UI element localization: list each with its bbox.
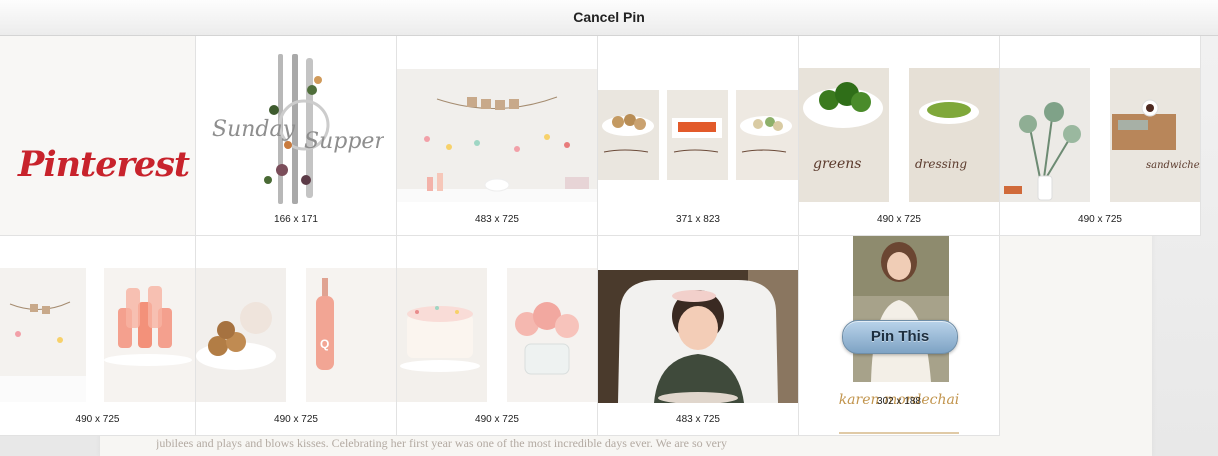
svg-text:sandwiches: sandwiches — [1146, 160, 1201, 171]
svg-text:Sunday: Sunday — [212, 117, 296, 142]
svg-text:greens: greens — [813, 156, 861, 172]
greens-dressing-image: greens dressing — [799, 68, 999, 202]
baby-highchair-image — [598, 270, 798, 403]
image-dimensions: 490 x 725 — [75, 414, 120, 425]
svg-text:Suppers: Suppers — [304, 129, 384, 154]
image-cell[interactable]: sandwiches 490 x 725 — [1000, 36, 1201, 236]
svg-text:Q: Q — [320, 337, 329, 351]
image-cell[interactable]: greens dressing 490 x 725 — [799, 36, 1000, 236]
image-dimensions: 483 x 725 — [475, 214, 519, 225]
pinterest-logo: Pinterest — [18, 144, 190, 185]
cancel-pin-button[interactable]: Cancel Pin — [573, 9, 645, 25]
image-cell[interactable]: 490 x 725 — [0, 236, 196, 436]
image-cell[interactable]: 483 x 725 — [397, 36, 598, 236]
image-cell[interactable]: 483 x 725 — [598, 236, 799, 436]
logo-divider — [839, 432, 959, 434]
image-dimensions: 490 x 725 — [274, 414, 318, 425]
image-dimensions: 166 x 171 — [274, 214, 318, 225]
cake-flowers-image — [397, 268, 597, 402]
cookies-bottle-image: Q — [196, 268, 396, 402]
pin-overlay-header: Cancel Pin — [0, 0, 1218, 36]
vase-sandwich-image: sandwiches — [1000, 68, 1201, 202]
pinterest-logo-cell: Pinterest — [0, 36, 196, 236]
food-plates-image — [598, 90, 798, 180]
image-cell[interactable]: Sunday Suppers 166 x 171 — [196, 36, 397, 236]
image-cell[interactable]: Q 490 x 725 — [196, 236, 397, 436]
portrait-image — [853, 236, 949, 382]
image-cell[interactable]: 371 x 823 — [598, 36, 799, 236]
svg-text:dressing: dressing — [915, 157, 967, 171]
image-dimensions: 490 x 725 — [1078, 214, 1122, 225]
image-dimensions: 371 x 823 — [676, 214, 720, 225]
image-dimensions: 483 x 725 — [676, 414, 720, 425]
background-text: jubilees and plays and blows kisses. Cel… — [156, 436, 727, 450]
image-dimensions: 490 x 725 — [877, 214, 921, 225]
image-dimensions: 302 x 188 — [877, 396, 921, 407]
party-table-image — [397, 69, 597, 202]
image-cell[interactable]: 490 x 725 — [397, 236, 598, 436]
sunday-suppers-logo-image: Sunday Suppers — [208, 50, 384, 212]
pin-this-button[interactable]: Pin This — [842, 320, 958, 354]
image-dimensions: 490 x 725 — [475, 414, 519, 425]
pink-drinks-image — [0, 268, 195, 402]
